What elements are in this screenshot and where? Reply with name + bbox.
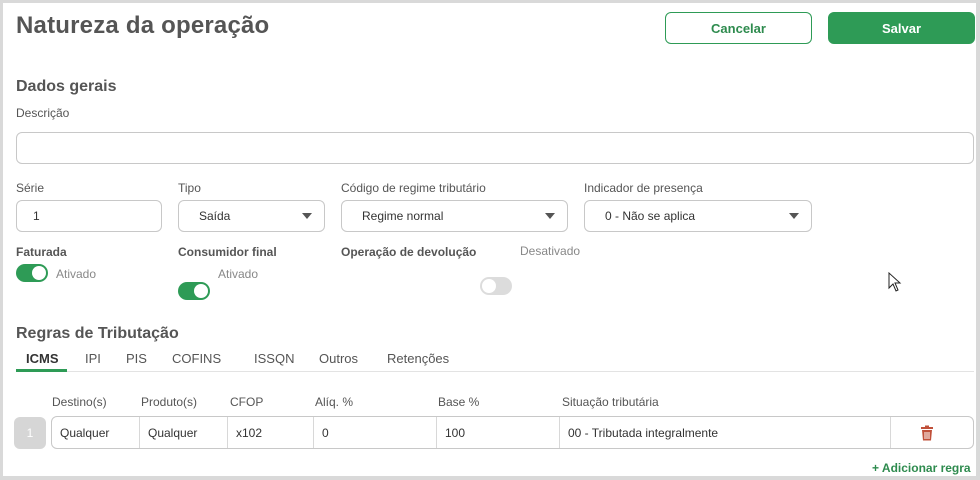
tipo-select[interactable]: Saída (178, 200, 325, 232)
column-header-produto: Produto(s) (141, 395, 198, 409)
devolucao-state: Desativado (520, 244, 581, 258)
save-button[interactable]: Salvar (828, 12, 975, 44)
tipo-label: Tipo (178, 181, 201, 195)
plus-icon: + (872, 461, 880, 475)
column-header-aliq: Alíq. % (315, 395, 354, 409)
serie-input[interactable]: 1 (16, 200, 162, 232)
trash-icon[interactable] (919, 425, 935, 441)
section-heading-dados-gerais: Dados gerais (16, 78, 117, 95)
active-tab-indicator (16, 369, 67, 372)
toggle-knob (194, 284, 208, 298)
toggle-knob (32, 266, 46, 280)
tab-issqn[interactable]: ISSQN (254, 351, 294, 366)
presenca-select-value: 0 - Não se aplica (605, 209, 696, 223)
serie-label: Série (16, 181, 45, 195)
tab-retencoes[interactable]: Retenções (387, 351, 449, 366)
chevron-down-icon (302, 213, 312, 219)
devolucao-label: Operação de devolução (341, 245, 477, 259)
page-title: Natureza da operação (16, 12, 270, 39)
tab-icms[interactable]: ICMS (26, 351, 59, 366)
cell-aliq[interactable]: 0 (314, 417, 437, 448)
regime-select-value: Regime normal (362, 209, 444, 223)
devolucao-toggle[interactable] (480, 277, 512, 295)
faturada-toggle[interactable] (16, 264, 48, 282)
cancel-button[interactable]: Cancelar (665, 12, 812, 44)
cell-produto[interactable]: Qualquer (140, 417, 228, 448)
consumidor-state: Ativado (218, 267, 259, 281)
cell-situacao[interactable]: 00 - Tributada integralmente (560, 417, 891, 448)
descricao-input[interactable] (16, 132, 974, 164)
tab-pis[interactable]: PIS (126, 351, 147, 366)
consumidor-label: Consumidor final (178, 245, 277, 259)
column-header-situacao: Situação tributária (562, 395, 659, 409)
column-header-cfop: CFOP (230, 395, 264, 409)
chevron-down-icon (545, 213, 555, 219)
cell-base[interactable]: 100 (437, 417, 560, 448)
presenca-select[interactable]: 0 - Não se aplica (584, 200, 812, 232)
chevron-down-icon (789, 213, 799, 219)
faturada-state: Ativado (56, 267, 97, 281)
tab-outros[interactable]: Outros (319, 351, 358, 366)
toggle-knob (482, 279, 496, 293)
row-number-badge: 1 (14, 417, 46, 449)
regime-select[interactable]: Regime normal (341, 200, 568, 232)
add-rule-label: Adicionar regra (881, 461, 971, 475)
faturada-label: Faturada (16, 245, 67, 259)
tab-cofins[interactable]: COFINS (172, 351, 221, 366)
consumidor-toggle[interactable] (178, 282, 210, 300)
section-heading-regras: Regras de Tributação (16, 325, 179, 342)
column-header-destino: Destino(s) (52, 395, 107, 409)
regime-label: Código de regime tributário (341, 181, 486, 195)
cell-destino[interactable]: Qualquer (52, 417, 140, 448)
column-header-base: Base % (438, 395, 480, 409)
cell-cfop[interactable]: x102 (228, 417, 314, 448)
mouse-pointer-icon (888, 272, 902, 292)
add-rule-button[interactable]: + Adicionar regra (872, 461, 971, 475)
table-row: Qualquer Qualquer x102 0 100 00 - Tribut… (51, 416, 974, 449)
descricao-label: Descrição (16, 106, 70, 120)
presenca-label: Indicador de presença (584, 181, 703, 195)
tipo-select-value: Saída (199, 209, 231, 223)
tab-ipi[interactable]: IPI (85, 351, 101, 366)
tax-tabs: ICMS IPI PIS COFINS ISSQN Outros Retençõ… (16, 348, 974, 372)
